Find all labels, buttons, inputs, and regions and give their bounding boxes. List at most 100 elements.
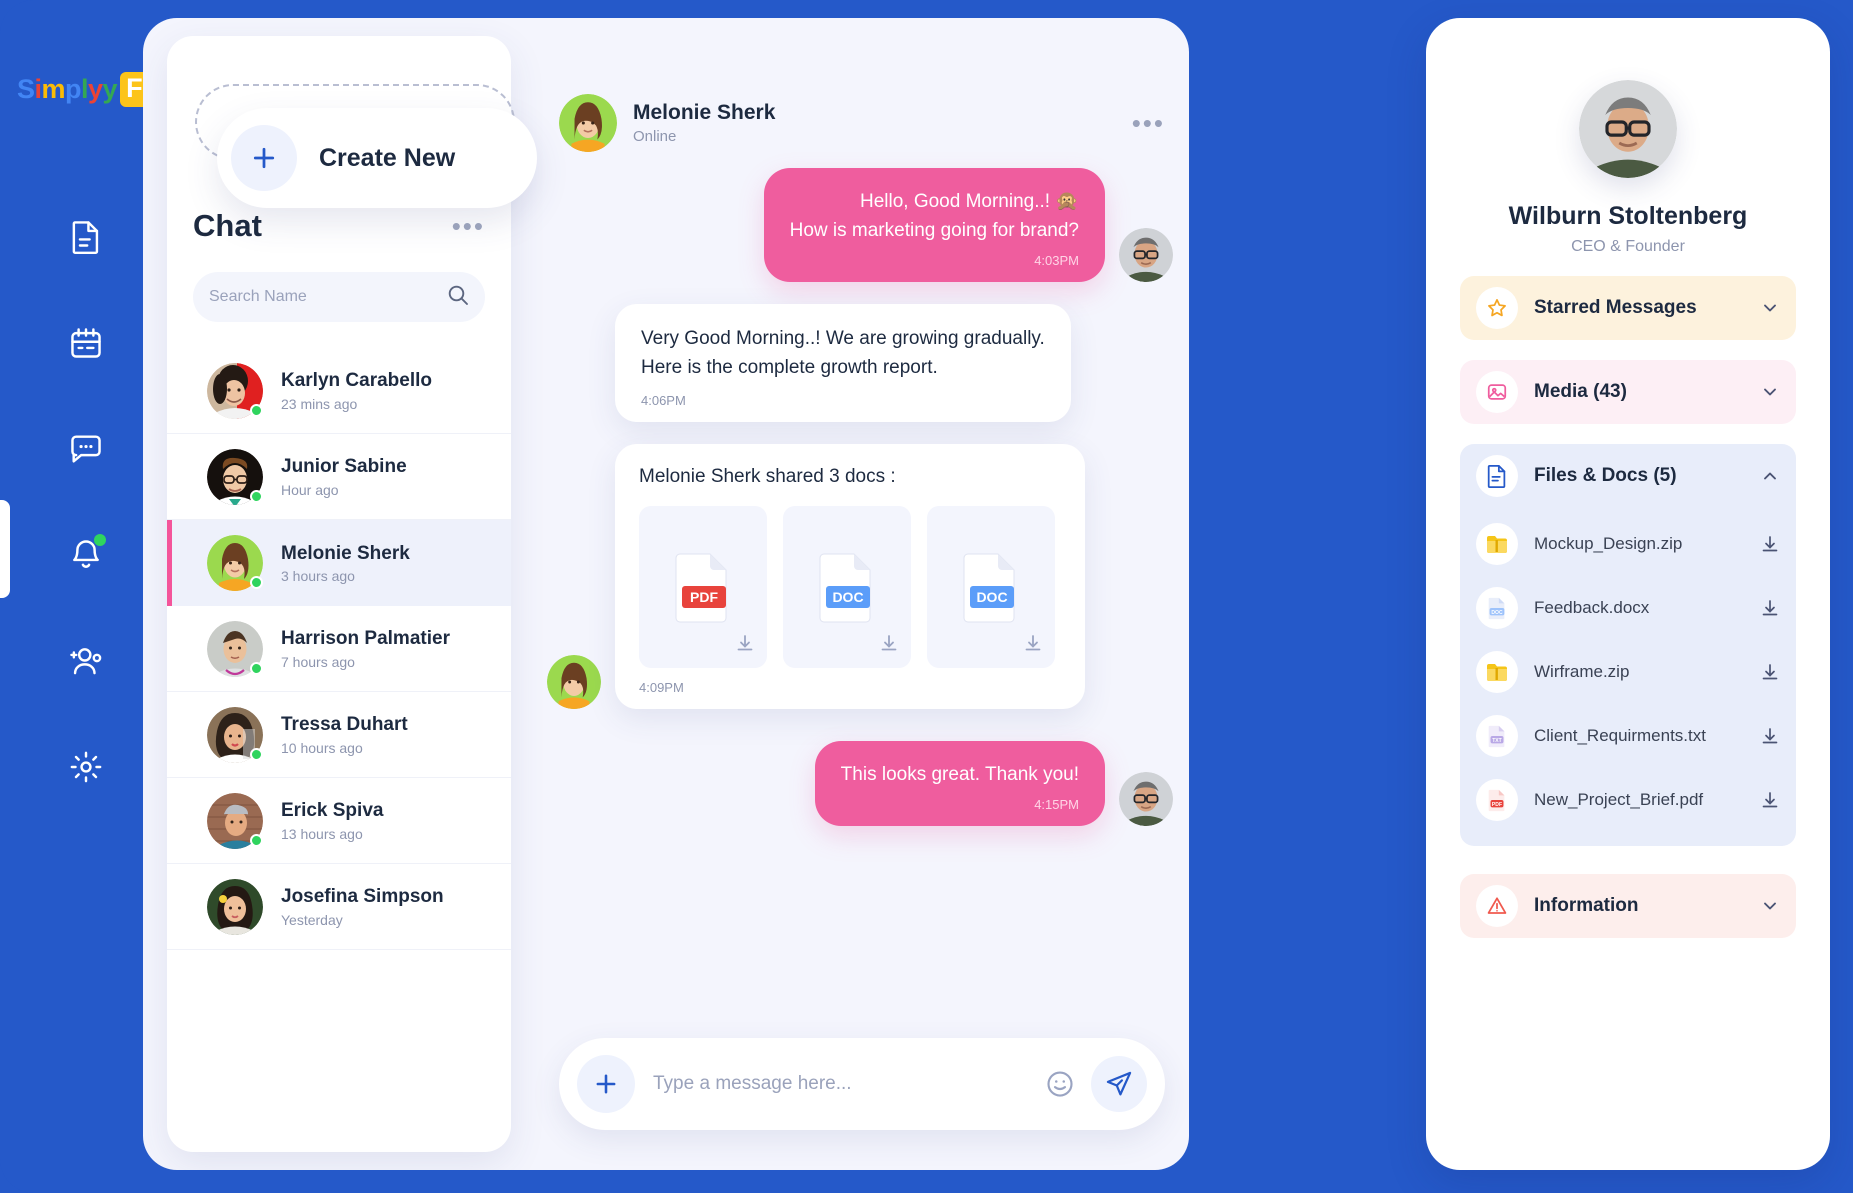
online-indicator [250,489,263,503]
calendar-icon[interactable] [64,321,108,365]
message-text: Very Good Morning..! We are growing grad… [641,328,1045,349]
profile-sections: Starred Messages Media (43) Files & Docs… [1460,276,1796,938]
download-icon[interactable] [1760,726,1780,746]
svg-text:PDF: PDF [690,589,718,605]
file-name: Client_Requirments.txt [1534,726,1706,745]
list-item-time: Hour ago [281,481,339,498]
online-indicator [250,833,263,847]
create-new-button[interactable]: Create New [217,108,537,208]
download-icon[interactable] [1760,662,1780,682]
download-icon[interactable] [1760,790,1780,810]
message-input[interactable] [653,1073,1045,1095]
search-box[interactable] [193,272,485,322]
status-badge: Online [633,128,677,145]
message-time: 4:09PM [639,679,684,695]
section-files-docs[interactable]: Files & Docs (5) [1460,444,1796,508]
message-row: Hello, Good Morning..! 🙊 How is marketin… [535,168,1189,282]
section-media[interactable]: Media (43) [1460,360,1796,424]
avatar [207,878,263,935]
online-indicator [250,661,263,675]
download-icon[interactable] [735,633,755,658]
doc-tile-pdf[interactable]: PDF [639,505,767,668]
section-starred-messages[interactable]: Starred Messages [1460,276,1796,340]
message-text: Hello, Good Morning..! 🙊 [859,191,1079,212]
doc-tile-doc[interactable]: DOC [927,505,1055,668]
pdf-icon: PDF [1476,779,1518,821]
bell-icon[interactable] [64,533,108,577]
download-icon[interactable] [1760,534,1780,554]
profile-avatar [1579,80,1677,178]
chevron-down-icon[interactable] [1760,896,1780,916]
notification-badge [94,534,106,546]
add-people-icon[interactable] [64,639,108,683]
document-icon[interactable] [64,215,108,259]
avatar [207,535,263,591]
list-item[interactable]: Josefina Simpson Yesterday [167,864,511,950]
attach-plus-button[interactable] [577,1055,635,1113]
txt-icon: TXT [1476,715,1518,757]
image-icon [1476,371,1518,413]
search-input[interactable] [209,288,447,306]
avatar [207,620,263,677]
zip-icon [1476,523,1518,565]
list-item-name: Harrison Palmatier [281,628,450,650]
download-icon[interactable] [1760,598,1780,618]
file-row[interactable]: DOC Feedback.docx [1460,576,1796,640]
chevron-up-icon[interactable] [1760,466,1780,486]
message-bubble-outgoing: Hello, Good Morning..! 🙊 How is marketin… [763,168,1105,282]
message-bubble-incoming: Very Good Morning..! We are growing grad… [615,304,1071,422]
conversation-header: Melonie Sherk Online ••• [559,94,1165,152]
file-row[interactable]: PDF New_Project_Brief.pdf [1460,768,1796,832]
ellipsis-icon[interactable]: ••• [1132,110,1165,136]
list-item[interactable]: Erick Spiva 13 hours ago [167,778,511,864]
message-row: This looks great. Thank you! 4:15PM [535,740,1189,827]
shared-docs-card: Melonie Sherk shared 3 docs : PDF DOC DO… [615,443,1085,709]
svg-text:DOC: DOC [976,589,1007,605]
list-item[interactable]: Harrison Palmatier 7 hours ago [167,606,511,692]
avatar [207,448,263,505]
section-label: Media (43) [1534,381,1627,402]
list-item[interactable]: Junior Sabine Hour ago [167,434,511,520]
list-item[interactable]: Tressa Duhart 10 hours ago [167,692,511,778]
file-name: Wirframe.zip [1534,662,1630,681]
doc-tile-doc[interactable]: DOC [783,505,911,668]
list-item-active[interactable]: Melonie Sherk 3 hours ago [167,520,511,606]
svg-text:DOC: DOC [832,589,863,605]
download-icon[interactable] [1023,633,1043,658]
conversation-title: Melonie Sherk [633,101,776,124]
list-item-time: 3 hours ago [281,568,355,585]
star-icon [1476,287,1518,329]
message-text: How is marketing going for brand? [789,219,1079,241]
download-icon[interactable] [879,633,899,658]
list-item-time: 23 mins ago [281,395,358,412]
plus-icon [231,125,297,191]
avatar [207,792,263,849]
app-root: Si m p l y y Fi Create New Chat ••• Sear… [0,0,1853,1193]
section-information[interactable]: Information [1460,874,1796,938]
chat-icon[interactable] [64,427,108,471]
send-button[interactable] [1091,1056,1147,1112]
message-row: Very Good Morning..! We are growing grad… [535,304,1189,422]
chevron-down-icon[interactable] [1760,298,1780,318]
avatar [1119,228,1173,282]
chevron-down-icon[interactable] [1760,382,1780,402]
chat-list-title: Chat [193,208,262,243]
file-row[interactable]: Mockup_Design.zip [1460,512,1796,576]
search-icon[interactable] [447,284,469,311]
avatar [207,362,263,419]
smiley-icon[interactable] [1045,1069,1075,1099]
file-icon [1476,455,1518,497]
gear-icon[interactable] [64,745,108,789]
file-row[interactable]: Wirframe.zip [1460,640,1796,704]
file-name: Feedback.docx [1534,598,1650,617]
conversation-panel: Melonie Sherk Online ••• Hello, Good Mor… [535,18,1189,1170]
list-item-name: Junior Sabine [281,456,407,478]
avatar [559,94,617,152]
avatar [1119,772,1173,827]
active-nav-indicator [0,500,10,598]
ellipsis-icon[interactable]: ••• [452,213,485,239]
list-item-name: Erick Spiva [281,800,384,822]
list-item[interactable]: Karlyn Carabello 23 mins ago [167,348,511,434]
online-indicator [250,747,263,761]
file-row[interactable]: TXT Client_Requirments.txt [1460,704,1796,768]
